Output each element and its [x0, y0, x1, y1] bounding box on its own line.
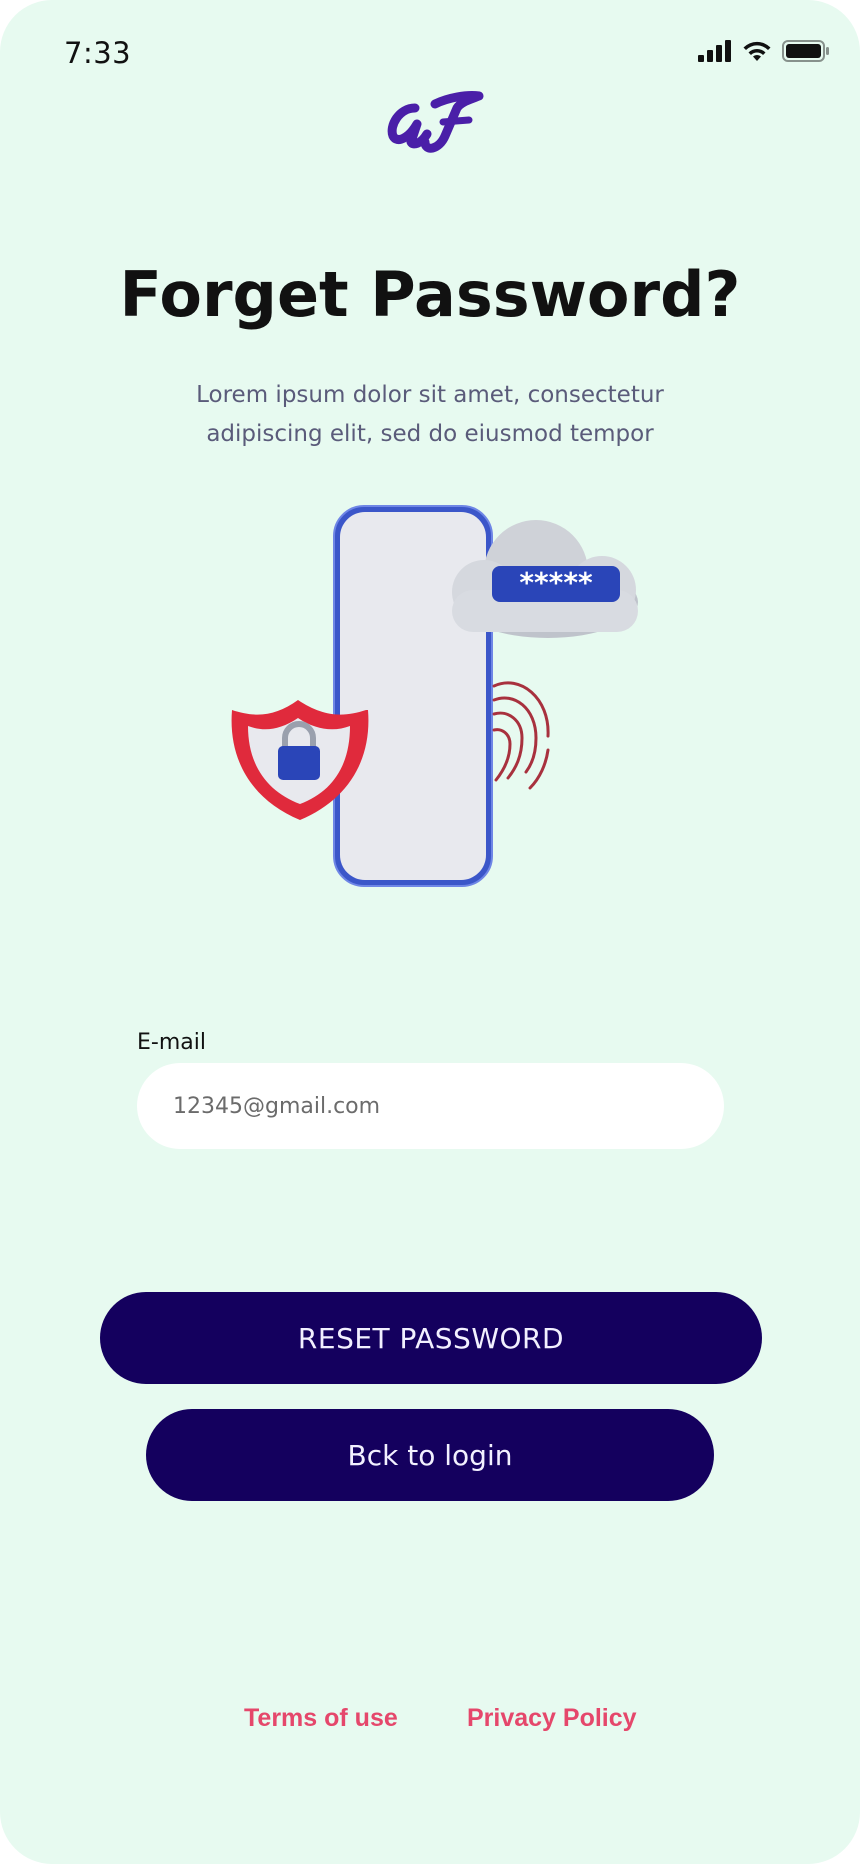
forgot-password-screen: 7:33 Forget Password? Lorem ipsum dolor … [0, 0, 860, 1864]
battery-icon [782, 40, 829, 62]
security-illustration: ***** [231, 505, 638, 887]
status-time: 7:33 [64, 36, 132, 70]
terms-of-use-link[interactable]: Terms of use [244, 1704, 398, 1733]
password-mask-text: ***** [519, 566, 593, 599]
fingerprint-icon [492, 681, 550, 790]
status-icons [698, 40, 830, 62]
email-input[interactable] [137, 1063, 724, 1149]
page-subtitle: Lorem ipsum dolor sit amet, consectetur … [196, 382, 664, 447]
wifi-icon [743, 41, 771, 61]
cellular-signal-icon [698, 40, 731, 62]
email-label: E-mail [137, 1030, 206, 1055]
privacy-policy-link[interactable]: Privacy Policy [467, 1704, 637, 1733]
phone-icon [333, 505, 493, 887]
page-title: Forget Password? [119, 258, 741, 331]
back-to-login-button[interactable]: Bck to login [146, 1409, 714, 1501]
aj-logo-icon [387, 91, 484, 153]
reset-password-button[interactable]: RESET PASSWORD [100, 1292, 762, 1384]
